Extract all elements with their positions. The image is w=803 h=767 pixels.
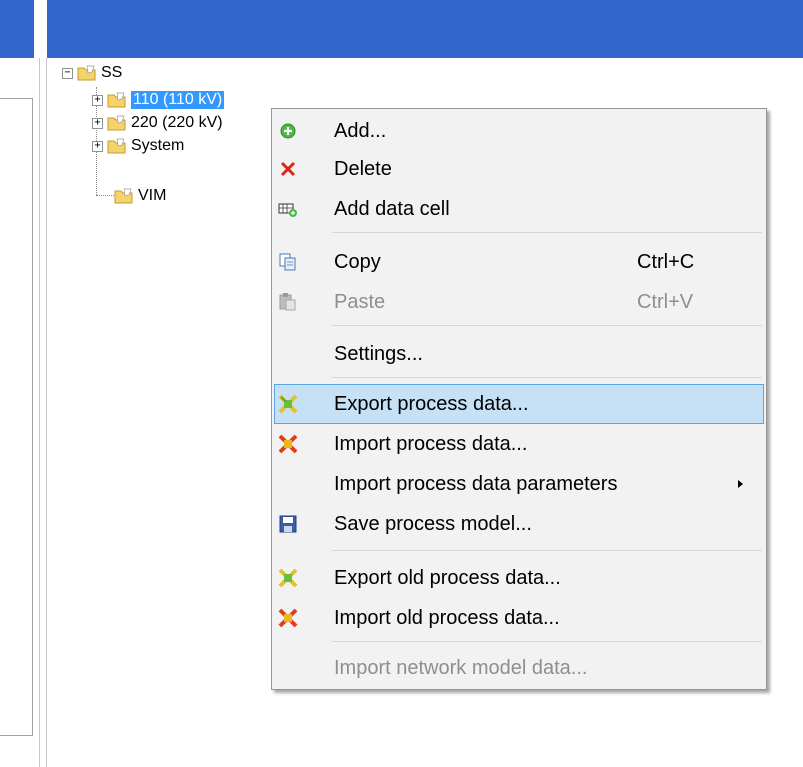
menu-separator	[332, 377, 762, 378]
menu-item-add-data-cell[interactable]: Add data cell	[274, 189, 764, 229]
menu-item-export-process-data[interactable]: Export process data...	[274, 384, 764, 424]
menu-item-import-old-process-data[interactable]: Import old process data...	[274, 598, 764, 638]
delete-icon	[280, 161, 296, 177]
splitter-line[interactable]	[39, 58, 40, 767]
folder-icon	[114, 188, 133, 204]
tree-node-label: SS	[101, 64, 123, 81]
copy-icon	[279, 253, 296, 271]
menu-item-import-process-data-parameters[interactable]: Import process data parameters	[274, 464, 764, 504]
folder-icon	[107, 115, 126, 131]
left-panel	[0, 98, 33, 736]
menu-separator	[332, 325, 762, 326]
expand-icon[interactable]: +	[92, 94, 103, 106]
menu-separator	[332, 550, 762, 551]
import-icon	[278, 608, 298, 628]
tree-node-label: System	[131, 137, 185, 154]
paste-icon	[279, 293, 296, 311]
submenu-arrow-icon	[738, 480, 743, 488]
tree-node-label: VIM	[138, 187, 167, 204]
expand-icon[interactable]: +	[92, 140, 103, 152]
tree-node-label: 220 (220 kV)	[131, 114, 223, 131]
tree-node-110[interactable]: + 110 (110 kV)	[92, 89, 225, 111]
menu-item-copy[interactable]: Copy Ctrl+C	[274, 242, 764, 282]
add-icon	[280, 123, 296, 139]
import-icon	[278, 434, 298, 454]
expand-icon[interactable]: +	[92, 117, 103, 129]
folder-icon	[107, 92, 126, 108]
menu-item-import-process-data[interactable]: Import process data...	[274, 424, 764, 464]
menu-separator	[332, 232, 762, 233]
tree-node-label: 110 (110 kV)	[131, 91, 225, 109]
menu-item-paste[interactable]: Paste Ctrl+V	[274, 282, 764, 322]
export-icon	[278, 568, 298, 588]
tree-node-system[interactable]: + System	[92, 135, 184, 157]
folder-icon	[77, 65, 96, 81]
left-panel-header	[0, 0, 34, 58]
add-data-cell-icon	[278, 203, 297, 217]
save-icon	[279, 515, 297, 533]
tree-node-vim[interactable]: VIM	[114, 185, 166, 207]
menu-item-save-process-model[interactable]: Save process model...	[274, 504, 764, 544]
menu-item-import-network-model-data[interactable]: Import network model data...	[274, 648, 764, 688]
tree-panel-header	[47, 0, 803, 58]
tree-node-root[interactable]: − SS	[62, 62, 122, 84]
menu-item-settings[interactable]: Settings...	[274, 334, 764, 374]
menu-separator	[332, 641, 762, 642]
folder-icon	[107, 138, 126, 154]
menu-item-export-old-process-data[interactable]: Export old process data...	[274, 558, 764, 598]
collapse-icon[interactable]: −	[62, 67, 73, 79]
export-icon	[278, 394, 298, 414]
tree-node-220[interactable]: + 220 (220 kV)	[92, 112, 223, 134]
context-menu: Add... Delete Add data cell Copy Ctrl+C	[271, 108, 767, 690]
splitter-line[interactable]	[46, 58, 47, 767]
menu-item-add[interactable]: Add...	[274, 111, 764, 151]
menu-item-delete[interactable]: Delete	[274, 149, 764, 189]
